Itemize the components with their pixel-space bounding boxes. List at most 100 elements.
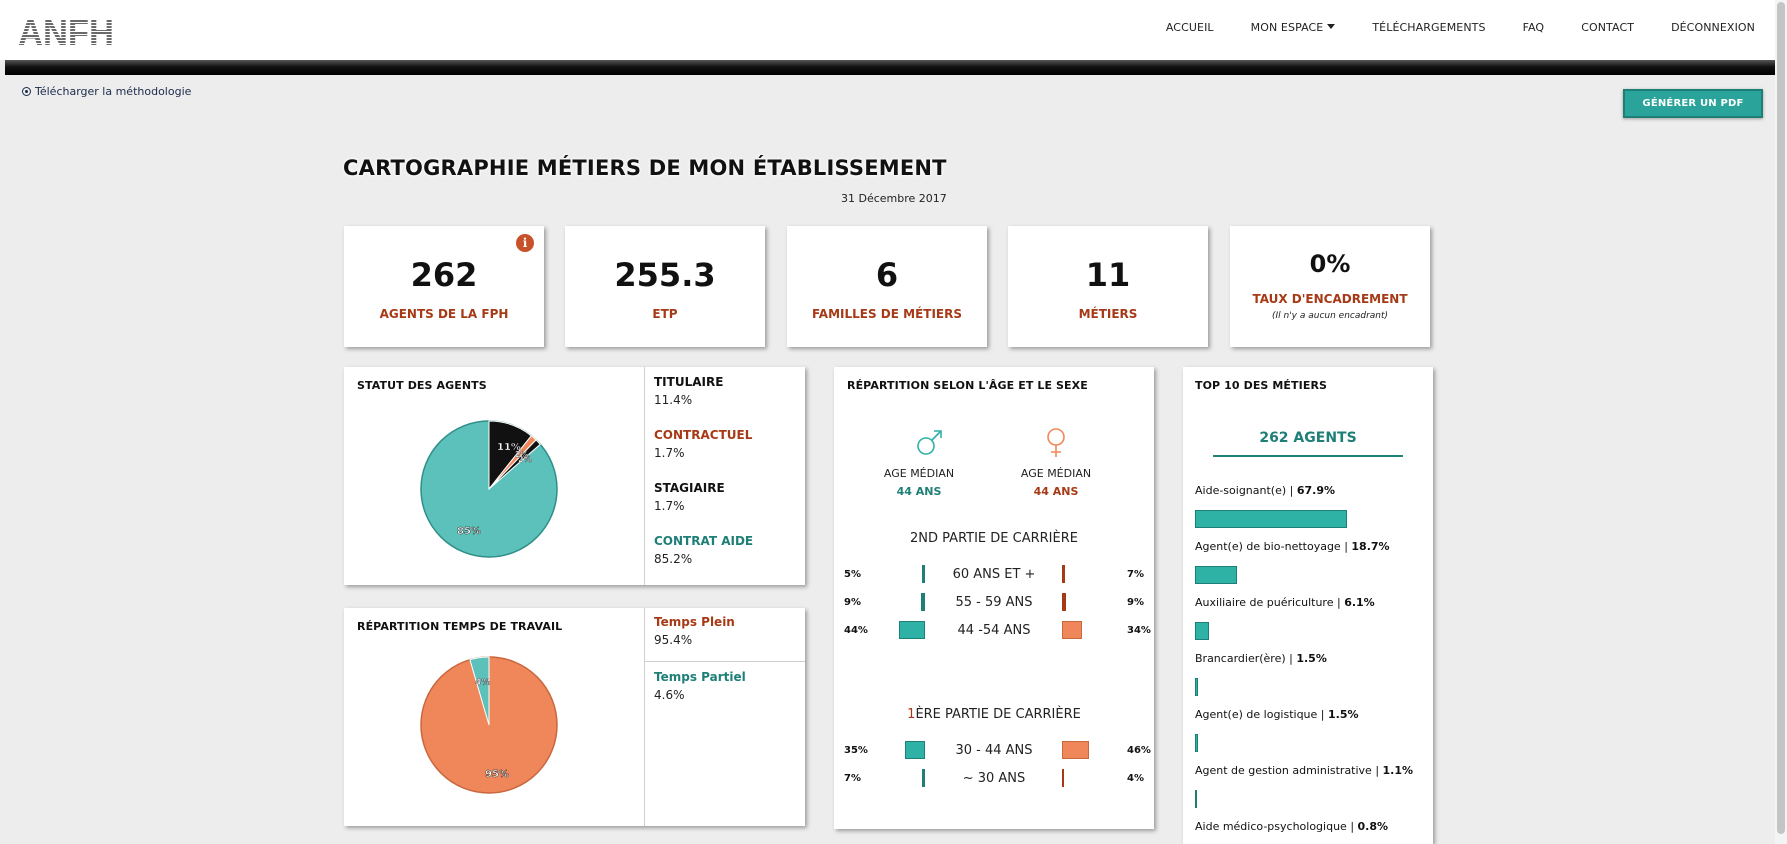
- top10-underline: [1213, 455, 1403, 457]
- legend-titulaire-label: TITULAIRE: [654, 375, 724, 389]
- legend-temps-plein-label: Temps Plein: [654, 615, 735, 629]
- caret-down-icon: [1327, 24, 1336, 29]
- job-name: Aide médico-psychologique: [1195, 820, 1347, 833]
- nav-contact[interactable]: CONTACT: [1581, 21, 1634, 34]
- main-nav: ACCUEIL MON ESPACE TÉLÉCHARGEMENTS FAQ C…: [1129, 21, 1755, 34]
- pie-label: 2%: [518, 455, 532, 464]
- top10-agents-count: 262 AGENTS: [1259, 430, 1357, 446]
- header-divider-bar: [5, 60, 1775, 75]
- female-median-label: AGE MÉDIAN: [1020, 467, 1092, 480]
- male-median-label: AGE MÉDIAN: [883, 467, 955, 480]
- age-group-label: ~ 30 ANS: [962, 771, 1026, 786]
- kpi-card-familles: 6 FAMILLES DE MÉTIERS: [787, 226, 987, 347]
- female-pct: 9%: [1127, 597, 1144, 608]
- job-value: 6.1%: [1344, 596, 1375, 609]
- legend-temps-plein-value: 95.4%: [654, 633, 693, 647]
- kpi-label: MÉTIERS: [1078, 307, 1138, 321]
- statut-pie-chart: 11% 2% 2% 85%: [420, 420, 558, 558]
- male-median-value: 44 ANS: [896, 485, 942, 498]
- job-value: 0.8%: [1357, 820, 1389, 833]
- job-value: 67.9%: [1296, 484, 1336, 497]
- info-icon[interactable]: i: [516, 234, 534, 252]
- statut-agents-card: STATUT DES AGENTS 11% 2% 2% 85% TITULAIR…: [344, 367, 805, 585]
- male-icon: [917, 430, 942, 455]
- page-date: 31 Décembre 2017: [841, 192, 947, 205]
- job-name: Agent(e) de logistique: [1195, 708, 1318, 721]
- methodology-link[interactable]: Télécharger la méthodologie: [22, 85, 191, 98]
- divider: [644, 608, 645, 826]
- legend-stagiaire-label: STAGIAIRE: [654, 481, 725, 495]
- age-group-label: 30 - 44 ANS: [955, 743, 1033, 758]
- job-bar: [1195, 510, 1347, 528]
- female-bar: [1062, 593, 1066, 611]
- job-label: Auxiliaire de puériculture | 6.1%: [1195, 596, 1375, 609]
- anfh-logo[interactable]: ANFH: [18, 14, 114, 48]
- kpi-card-encadrement: 0% TAUX D'ENCADREMENT (Il n'y a aucun en…: [1230, 226, 1430, 347]
- section-title: STATUT DES AGENTS: [357, 379, 487, 392]
- top10-card: TOP 10 DES MÉTIERS 262 AGENTS Aide-soign…: [1183, 367, 1433, 844]
- scrollbar[interactable]: [1775, 0, 1787, 844]
- female-pct: 46%: [1127, 745, 1151, 756]
- kpi-value: 6: [875, 256, 899, 294]
- male-pct: 35%: [844, 745, 868, 756]
- section-title: TOP 10 DES MÉTIERS: [1195, 379, 1328, 392]
- job-value: 18.7%: [1351, 540, 1390, 553]
- kpi-label: FAMILLES DE MÉTIERS: [811, 307, 963, 321]
- nav-deconnexion[interactable]: DÉCONNEXION: [1671, 21, 1755, 34]
- kpi-sublabel: (Il n'y a aucun encadrant): [1271, 311, 1389, 321]
- kpi-label: AGENTS DE LA FPH: [379, 307, 509, 321]
- legend-contractuel-value: 1.7%: [654, 446, 685, 460]
- male-bar: [921, 593, 925, 611]
- section-title: RÉPARTITION SELON L'ÂGE ET LE SEXE: [847, 379, 1088, 392]
- legend-titulaire-value: 11.4%: [654, 393, 693, 407]
- job-value: 1.5%: [1296, 652, 1327, 665]
- male-bar: [905, 741, 925, 759]
- female-median-value: 44 ANS: [1033, 485, 1079, 498]
- first-career-title: 1ÈRE PARTIE DE CARRIÈRE: [834, 707, 1154, 722]
- kpi-card-etp: 255.3 ETP: [565, 226, 765, 347]
- job-label: Agent(e) de logistique | 1.5%: [1195, 708, 1359, 721]
- male-pct: 5%: [844, 569, 861, 580]
- legend-contractuel-label: CONTRACTUEL: [654, 428, 753, 442]
- section-title: RÉPARTITION TEMPS DE TRAVAIL: [357, 620, 563, 633]
- female-bar: [1062, 769, 1064, 787]
- female-bar: [1062, 741, 1089, 759]
- temps-pie-chart: 4% 95%: [420, 656, 558, 794]
- age-group-label: 60 ANS ET +: [952, 567, 1036, 582]
- female-bar: [1062, 565, 1065, 583]
- job-bar: [1195, 790, 1197, 808]
- nav-mon-espace-label: MON ESPACE: [1250, 21, 1324, 34]
- job-label: Agent de gestion administrative | 1.1%: [1195, 764, 1414, 777]
- nav-mon-espace[interactable]: MON ESPACE: [1251, 21, 1336, 34]
- kpi-label: TAUX D'ENCADREMENT: [1252, 292, 1408, 306]
- legend-stagiaire-value: 1.7%: [654, 499, 685, 513]
- scrollbar-thumb[interactable]: [1777, 2, 1785, 834]
- job-bar: [1195, 566, 1237, 584]
- male-pct: 44%: [844, 625, 868, 636]
- pie-label: 4%: [475, 678, 490, 688]
- male-pct: 9%: [844, 597, 861, 608]
- job-name: Agent de gestion administrative: [1195, 764, 1372, 777]
- kpi-card-agents: i 262 AGENTS DE LA FPH: [344, 226, 544, 347]
- temps-travail-card: RÉPARTITION TEMPS DE TRAVAIL 4% 95% Temp…: [344, 608, 805, 826]
- kpi-value: 255.3: [614, 256, 716, 294]
- nav-telechargements[interactable]: TÉLÉCHARGEMENTS: [1372, 21, 1485, 34]
- job-name: Agent(e) de bio-nettoyage: [1195, 540, 1341, 553]
- legend-contrat-aide-value: 85.2%: [654, 552, 693, 566]
- job-value: 1.5%: [1328, 708, 1359, 721]
- job-value: 1.1%: [1382, 764, 1414, 777]
- male-bar: [922, 769, 925, 787]
- female-pct: 34%: [1127, 625, 1151, 636]
- age-sexe-card: RÉPARTITION SELON L'ÂGE ET LE SEXE AGE M…: [834, 367, 1154, 829]
- job-bar: [1195, 734, 1198, 752]
- job-label: Agent(e) de bio-nettoyage | 18.7%: [1195, 540, 1390, 553]
- nav-accueil[interactable]: ACCUEIL: [1166, 21, 1214, 34]
- methodology-link-label: Télécharger la méthodologie: [35, 85, 192, 98]
- job-label: Brancardier(ère) | 1.5%: [1195, 652, 1327, 665]
- job-name: Brancardier(ère): [1195, 652, 1286, 665]
- job-label: Aide-soignant(e) | 67.9%: [1195, 484, 1336, 497]
- job-name: Aide-soignant(e): [1195, 484, 1287, 497]
- nav-faq[interactable]: FAQ: [1523, 21, 1545, 34]
- generate-pdf-button[interactable]: GÉNÉRER UN PDF: [1623, 89, 1763, 118]
- second-career-title: 2ND PARTIE DE CARRIÈRE: [910, 531, 1078, 546]
